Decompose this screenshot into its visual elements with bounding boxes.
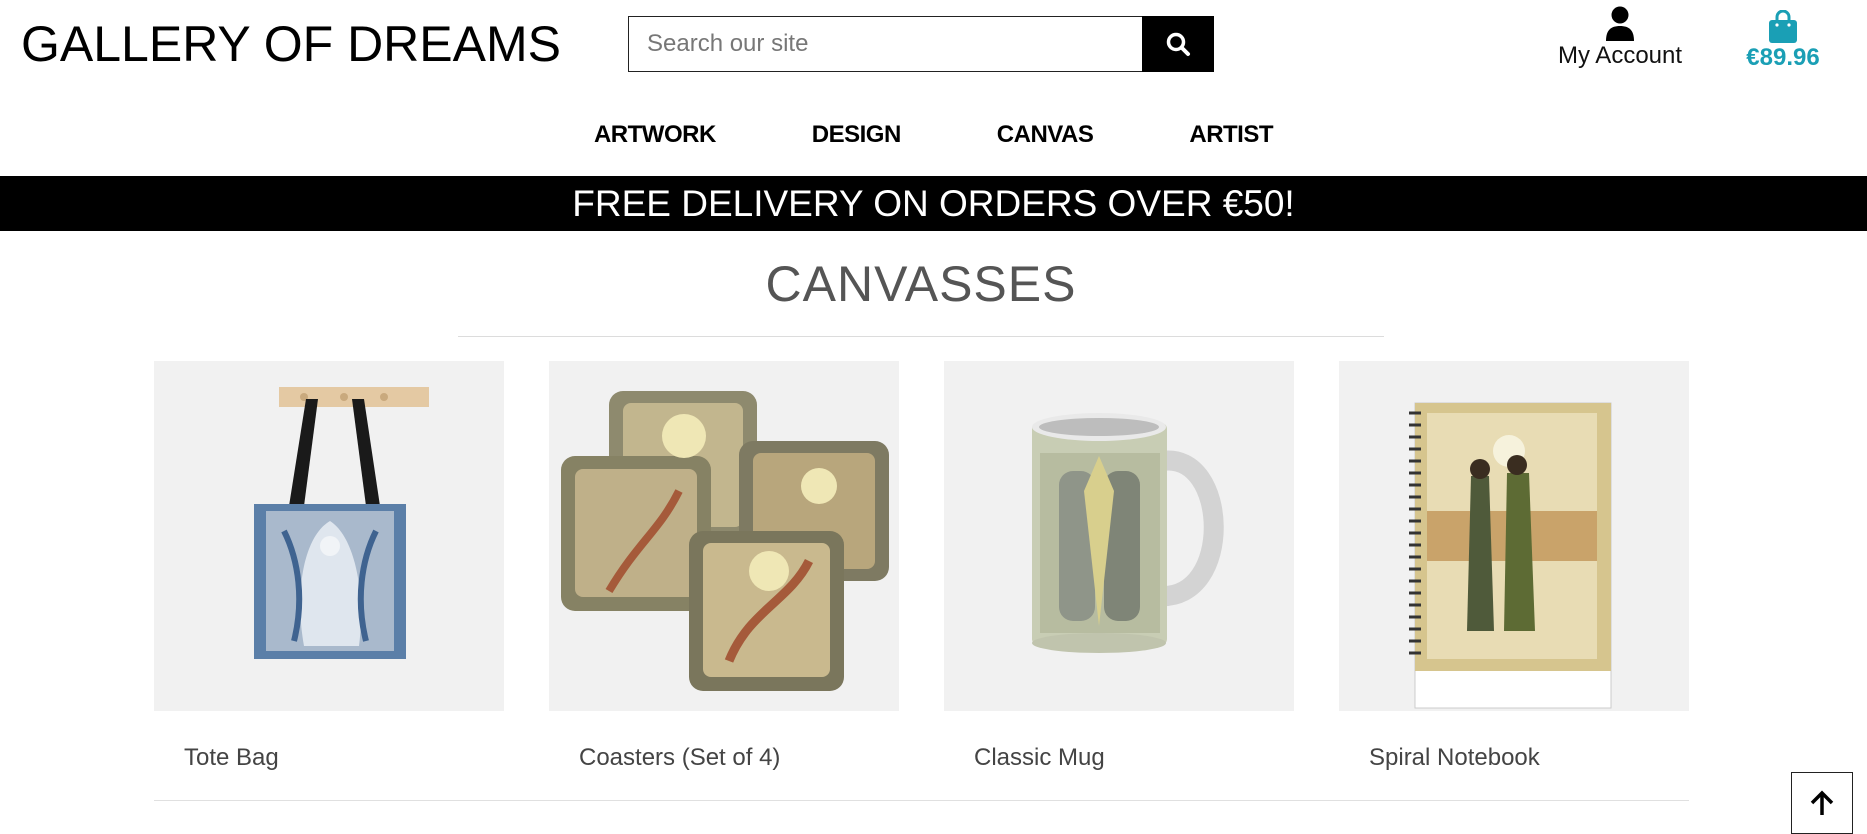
arrow-up-icon — [1810, 790, 1834, 815]
nav-artist[interactable]: ARTIST — [1189, 114, 1273, 156]
product-name-coasters[interactable]: Coasters (Set of 4) — [579, 740, 780, 776]
page-title: CANVASSES — [765, 256, 1077, 312]
my-account-label: My Account — [1557, 42, 1683, 69]
product-image-spiral-notebook[interactable] — [1339, 361, 1689, 711]
shopping-bag-link[interactable]: €89.96 — [1738, 6, 1828, 72]
product-image-coasters[interactable] — [549, 361, 899, 711]
product-name-spiral-notebook[interactable]: Spiral Notebook — [1369, 740, 1540, 776]
search-button[interactable] — [1142, 16, 1214, 72]
site-logo[interactable]: GALLERY OF DREAMS — [21, 14, 561, 74]
product-name-classic-mug[interactable]: Classic Mug — [974, 740, 1105, 776]
section-divider — [154, 800, 1689, 801]
nav-canvas[interactable]: CANVAS — [997, 114, 1094, 156]
product-image-classic-mug[interactable] — [944, 361, 1294, 711]
my-account-link[interactable]: My Account — [1550, 6, 1690, 70]
search-icon — [1166, 32, 1190, 56]
product-image-tote-bag[interactable] — [154, 361, 504, 711]
bag-total: €89.96 — [1746, 44, 1820, 71]
delivery-banner: FREE DELIVERY ON ORDERS OVER €50! — [0, 176, 1867, 231]
nav-design[interactable]: DESIGN — [812, 114, 902, 156]
nav-artwork[interactable]: ARTWORK — [594, 114, 716, 156]
search-input[interactable] — [628, 16, 1142, 72]
title-divider — [458, 336, 1384, 337]
main-nav: ARTWORK DESIGN CANVAS ARTIST — [0, 114, 1867, 156]
shopping-bag-icon — [1769, 10, 1797, 43]
user-icon — [1606, 6, 1634, 41]
product-name-tote-bag[interactable]: Tote Bag — [184, 740, 279, 776]
back-to-top-button[interactable] — [1791, 772, 1853, 834]
search-form — [628, 16, 1214, 72]
